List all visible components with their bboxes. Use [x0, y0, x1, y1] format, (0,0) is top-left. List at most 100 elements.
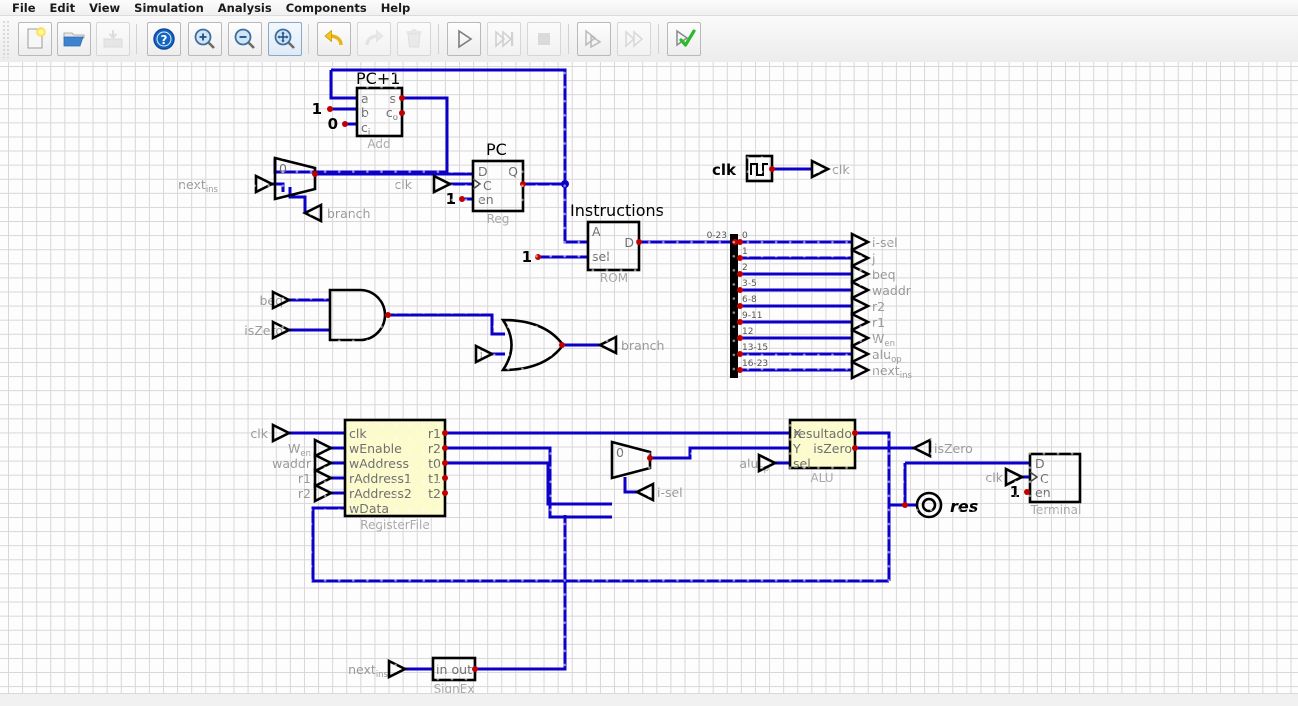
tunnel-j-shape: [850, 247, 871, 269]
mux-pc-label: 0: [279, 161, 287, 176]
and-gate-component[interactable]: beq isZero: [244, 288, 391, 342]
tunnel-branch-mux-shape: [302, 202, 323, 224]
pc-en-const-dot: [459, 196, 465, 202]
menu-view[interactable]: View: [82, 0, 127, 16]
rom-pin-sel: sel: [592, 249, 610, 264]
const-one-terminal-en[interactable]: 1: [1010, 483, 1020, 501]
alu-pin-y: Y: [792, 441, 801, 456]
mux-alu-component[interactable]: 0 i-sel: [610, 440, 683, 503]
pc-register-name: Reg: [487, 212, 510, 226]
splitter-bit-4: 6-8: [742, 295, 757, 305]
menu-file[interactable]: File: [5, 0, 43, 16]
check-circuit-button[interactable]: [667, 22, 701, 56]
terminal-pin-en: en: [1035, 485, 1051, 500]
tunnel-clk-pc-label: clk: [394, 177, 412, 192]
splitter-bit-6: 12: [742, 327, 753, 337]
alu-pin-iszero: isZero: [813, 441, 852, 456]
tunnel-r2-shape: [850, 295, 871, 317]
const-zero-adder[interactable]: 0: [328, 115, 338, 133]
splitter-bit-7: 13-15: [742, 343, 768, 353]
menu-simulation[interactable]: Simulation: [127, 0, 211, 16]
zoom-in-button[interactable]: [188, 22, 222, 56]
splitter-bit-5: 9-11: [742, 311, 762, 321]
alu-component[interactable]: X Y sel resultado isZero ALU aluop: [739, 418, 858, 485]
undo-button[interactable]: [317, 22, 351, 56]
tunnel-r2-label: r2: [872, 299, 885, 314]
tunnel-clk-term-label: clk: [985, 470, 1003, 485]
rom-pin-d: D: [624, 235, 634, 250]
microstep-button[interactable]: [577, 22, 611, 56]
step-simulation-button: [487, 22, 521, 56]
register-file-component[interactable]: clk wEnable wAddress rAddress1 rAddress2…: [343, 418, 448, 532]
const-one-rom-sel[interactable]: 1: [522, 248, 532, 266]
alu-pin-resultado: resultado: [793, 426, 852, 441]
tunnel-waddr-shape: [850, 279, 871, 301]
tunnel-iszero-out-shape: [911, 437, 932, 459]
iszero-out-tunnel[interactable]: isZero: [911, 437, 973, 459]
tunnel-nextins-top-label: nextins: [178, 177, 218, 195]
toolbar-drag-handle[interactable]: [2, 20, 10, 58]
clock-out-dot: [769, 166, 775, 172]
adder-pin-s: s: [389, 91, 396, 106]
run-simulation-button[interactable]: [447, 22, 481, 56]
status-bar: [0, 693, 1298, 706]
tunnel-wen-rf-shape: [313, 437, 334, 459]
register-file-name: RegisterFile: [360, 518, 430, 532]
save-file-button: [96, 22, 130, 56]
splitter-bit-2: 2: [742, 263, 748, 273]
adder-component[interactable]: PC+1 a b ci s co Add 1 0: [312, 69, 405, 151]
rf-pin-wdata: wData: [349, 501, 389, 516]
rf-pin-raddress2: rAddress2: [349, 486, 412, 501]
const-one-adder[interactable]: 1: [312, 100, 322, 118]
delete-button: [397, 22, 431, 56]
adder-s-dot: [399, 95, 405, 101]
const-one-pc-en[interactable]: 1: [446, 190, 456, 208]
tunnel-isel-mux-label: i-sel: [657, 485, 683, 500]
menu-help[interactable]: Help: [374, 0, 418, 16]
menu-edit[interactable]: Edit: [43, 0, 83, 16]
fast-forward-button: [617, 22, 651, 56]
menu-components[interactable]: Components: [279, 0, 374, 16]
tunnel-branch-mux-label: branch: [327, 206, 370, 221]
rf-pin-t1: t1: [428, 471, 441, 486]
signex-pin-out: out: [452, 662, 473, 677]
undo-arrow-icon: [324, 29, 343, 46]
rf-pin-t2: t2: [428, 486, 441, 501]
tunnel-nextins-label: nextins: [872, 363, 912, 381]
and-out-dot: [385, 312, 391, 318]
zoom-fit-button[interactable]: [268, 22, 302, 56]
tunnel-nextins-shape: [850, 359, 871, 381]
open-folder-icon: [63, 32, 85, 47]
tunnel-waddr-rf-label: waddr: [272, 456, 312, 471]
adder-name: Add: [367, 137, 390, 151]
menu-analysis[interactable]: Analysis: [211, 0, 279, 16]
zoom-out-button[interactable]: [228, 22, 262, 56]
open-file-button[interactable]: [57, 22, 91, 56]
res-probe-inner: [921, 497, 937, 513]
splitter-output-tunnels[interactable]: i-sel j beq waddr r2 r1 Wen aluop nextin…: [850, 231, 912, 381]
register-file-tunnels[interactable]: clk Wen waddr r1 r2: [250, 422, 334, 504]
step-forward-icon: [495, 30, 514, 48]
circuit-canvas[interactable]: PC+1 a b ci s co Add 1 0 0 PC D C en Q R…: [0, 62, 1298, 693]
play-icon: [458, 29, 473, 49]
adder-co-dot: [399, 110, 405, 116]
tunnel-clk-out-label: clk: [832, 162, 850, 177]
tunnel-aluop-shape: [850, 343, 871, 365]
alu-name: ALU: [810, 471, 833, 485]
rf-pin-waddress: wAddress: [349, 456, 409, 471]
mux-pc-component[interactable]: 0: [273, 156, 318, 201]
rom-name: ROM: [600, 271, 628, 285]
pc-pin-c: C: [483, 178, 492, 193]
new-file-button[interactable]: [18, 22, 52, 56]
pc-label: PC: [486, 140, 507, 159]
tunnel-clk-rf-shape: [271, 422, 292, 444]
save-icon: [103, 30, 123, 48]
or-gate-body: [500, 318, 565, 372]
micro-step-icon: [585, 29, 602, 49]
rf-pin-r1: r1: [428, 426, 441, 441]
help-button[interactable]: ?: [147, 22, 181, 56]
signex-component[interactable]: in out SignEx nextins: [348, 656, 478, 693]
fast-forward-icon: [625, 30, 644, 48]
splitter-bus-label: 0-23: [707, 231, 727, 241]
tunnel-r2-rf-shape: [313, 482, 334, 504]
